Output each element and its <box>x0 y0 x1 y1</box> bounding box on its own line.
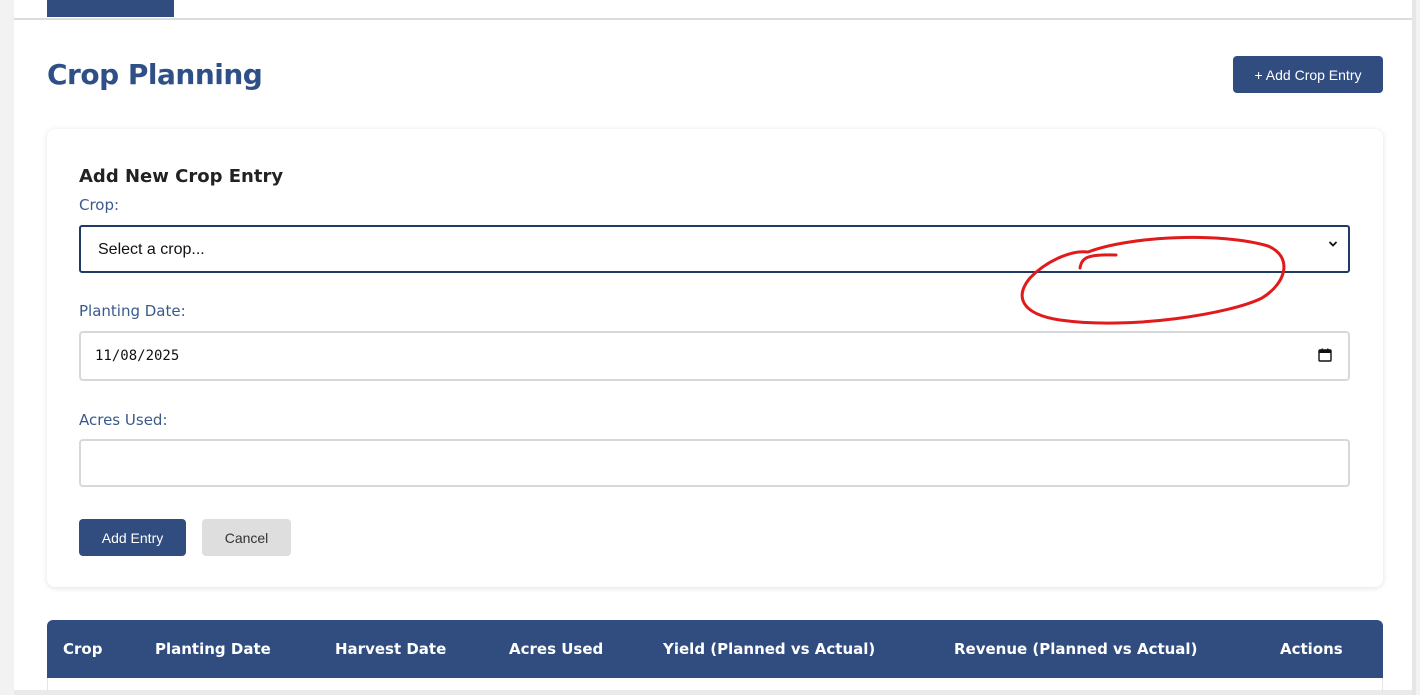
planting-date-label: Planting Date: <box>79 302 186 320</box>
column-header-acres-used: Acres Used <box>509 640 604 658</box>
planting-date-value: 11/08/2025 <box>95 348 180 364</box>
crop-label: Crop: <box>79 196 120 214</box>
page: Crop Planning + Add Crop Entry Add New C… <box>14 0 1416 695</box>
crop-table-header: Crop Planting Date Harvest Date Acres Us… <box>47 620 1383 678</box>
column-header-revenue: Revenue (Planned vs Actual) <box>954 640 1198 658</box>
page-title: Crop Planning <box>47 58 263 91</box>
scrollbar-track[interactable] <box>1412 0 1416 695</box>
column-header-harvest-date: Harvest Date <box>335 640 447 658</box>
top-nav <box>14 0 1416 20</box>
column-header-crop: Crop <box>63 640 103 658</box>
planting-date-input[interactable]: 11/08/2025 <box>79 331 1350 381</box>
crop-select[interactable]: Select a crop... <box>79 225 1350 273</box>
column-header-planting-date: Planting Date <box>155 640 271 658</box>
column-header-actions: Actions <box>1280 640 1343 658</box>
acres-used-label: Acres Used: <box>79 411 168 429</box>
crop-select-value: Select a crop... <box>98 241 205 258</box>
acres-used-input[interactable] <box>79 439 1350 487</box>
column-header-yield: Yield (Planned vs Actual) <box>663 640 876 658</box>
page-bottom-edge <box>14 690 1416 695</box>
calendar-icon[interactable] <box>1318 348 1332 362</box>
cancel-button[interactable]: Cancel <box>202 519 291 556</box>
active-nav-tab[interactable] <box>47 0 174 17</box>
add-crop-entry-button[interactable]: + Add Crop Entry <box>1233 56 1383 93</box>
add-crop-form-card: Add New Crop Entry Crop: Select a crop..… <box>47 129 1383 587</box>
chevron-down-icon <box>1328 241 1338 247</box>
form-title: Add New Crop Entry <box>79 166 284 187</box>
add-entry-button[interactable]: Add Entry <box>79 519 186 556</box>
